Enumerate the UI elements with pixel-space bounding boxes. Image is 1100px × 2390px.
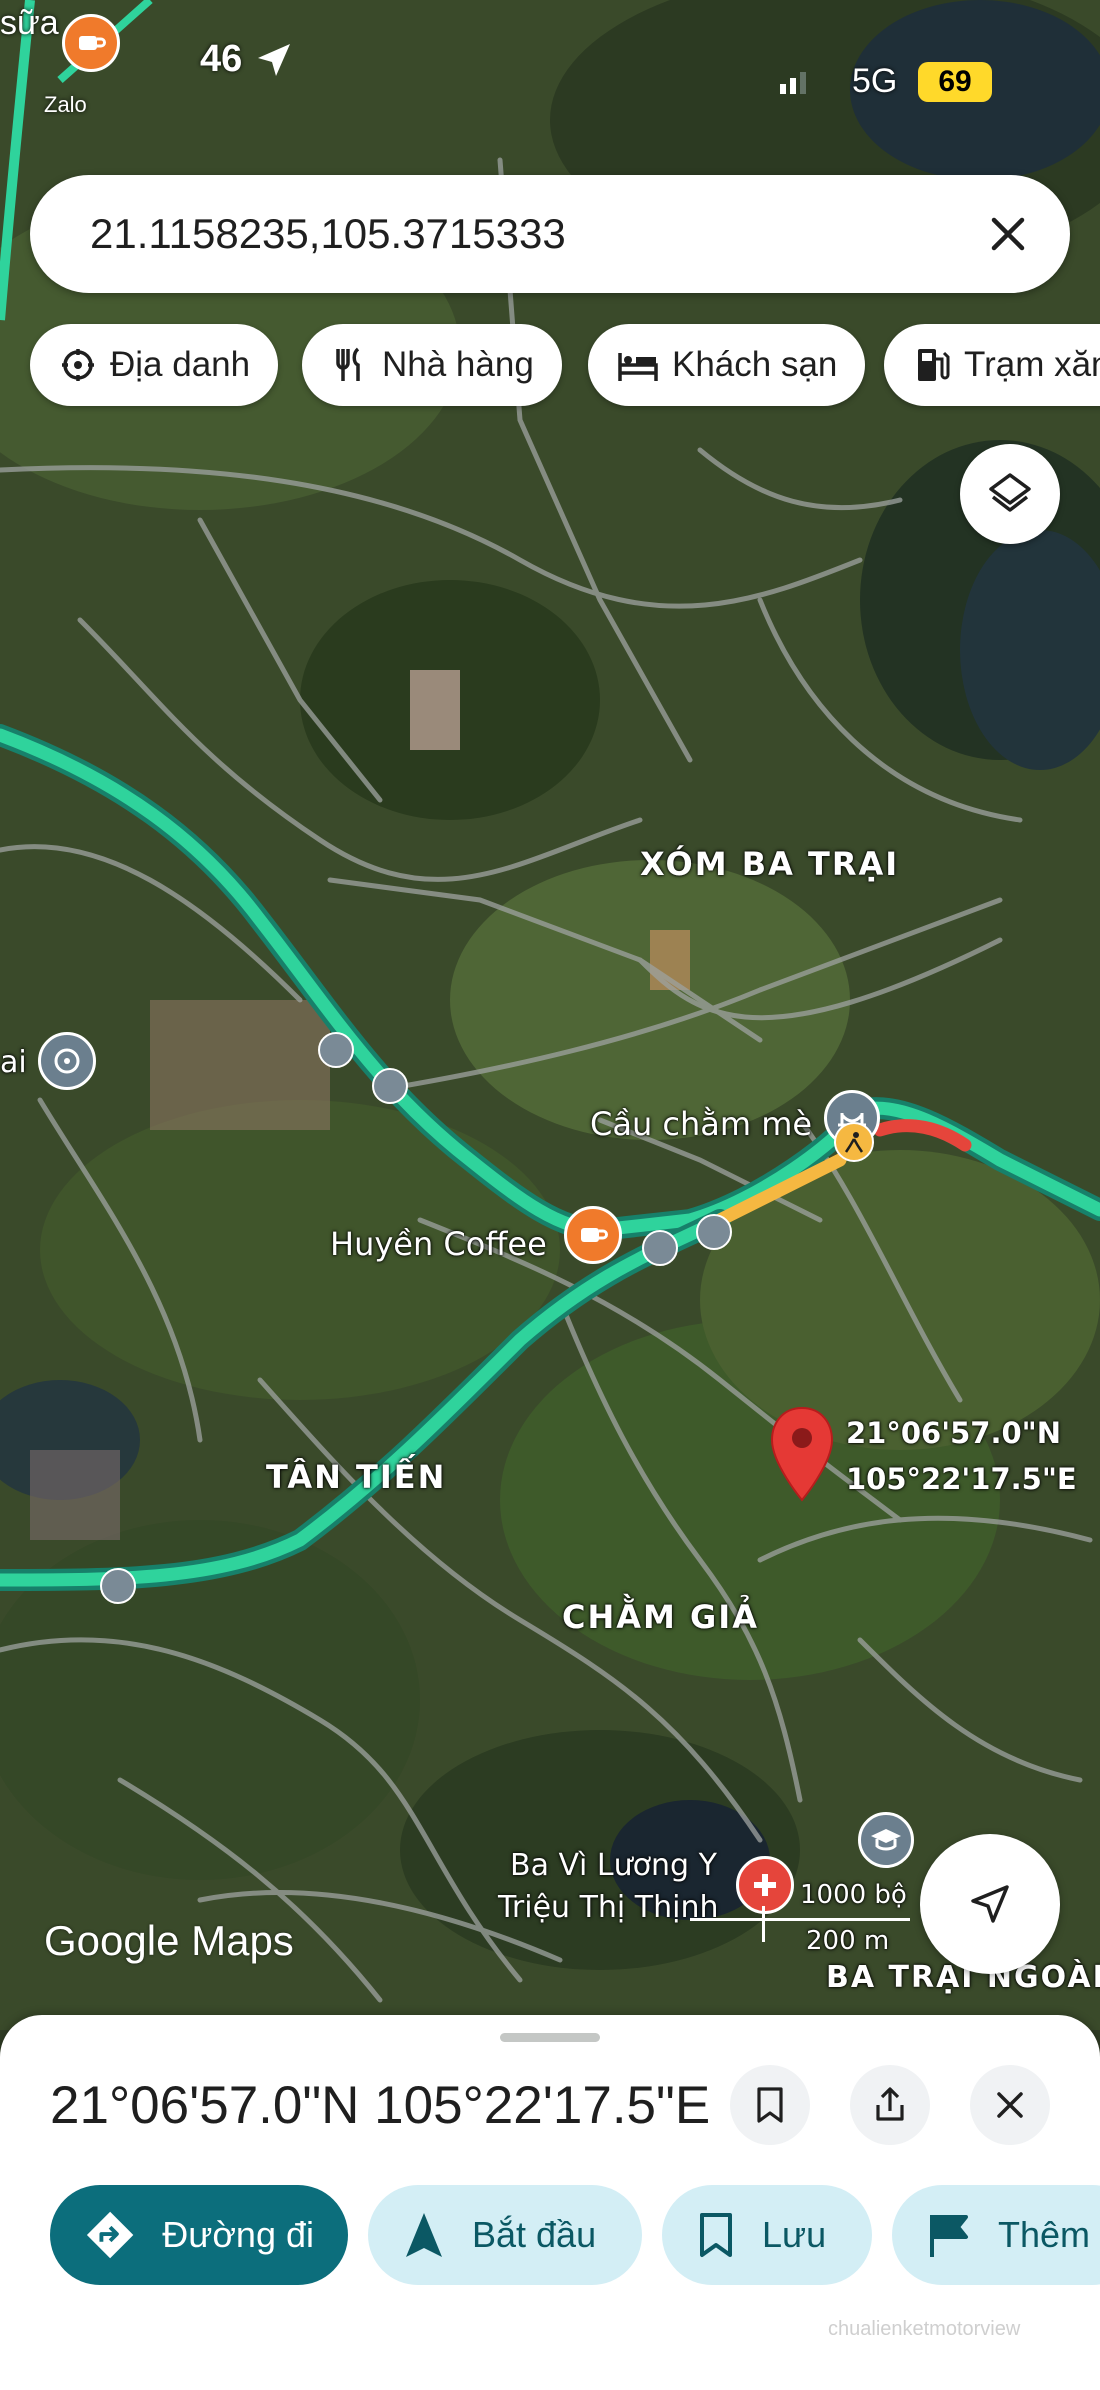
bookmark-icon [757, 2087, 783, 2123]
google-maps-logo: Google Maps [44, 1917, 294, 1964]
poi-label-cau: Cầu chằm mè [590, 1105, 813, 1143]
flag-icon [930, 2215, 968, 2257]
pin-lng-label: 105°22'17.5"E [846, 1462, 1077, 1496]
directions-icon [86, 2211, 134, 2259]
chip-restaurants[interactable]: Nhà hàng [302, 324, 562, 406]
chip-label: Khách sạn [672, 345, 838, 384]
coffee-notification-icon [62, 14, 120, 72]
coffee-icon [581, 1228, 608, 1242]
share-icon [876, 2087, 904, 2121]
share-button[interactable] [850, 2065, 930, 2145]
chip-label: Địa danh [110, 345, 251, 384]
more-label: Thêm [998, 2214, 1091, 2255]
gas-station-icon [918, 349, 950, 381]
chip-hotels[interactable]: Khách sạn [588, 324, 866, 406]
bus-stop-icon[interactable] [642, 1230, 678, 1266]
bus-stop-icon[interactable] [318, 1032, 354, 1068]
bus-stop-icon[interactable] [100, 1568, 136, 1604]
more-button[interactable]: Thêm [892, 2185, 1100, 2285]
poi-label-hospital-2: Triệu Thị Thịnh [498, 1890, 719, 1925]
layers-icon [989, 473, 1031, 512]
maps-app: sữa Zalo 46 5G 69 21.1158235,105.3715333… [0, 0, 1100, 2390]
scale-tick [762, 1906, 765, 1942]
poi-label-left-edge: ai [0, 1045, 27, 1080]
place-title: 21°06'57.0"N 105°22'17.5"E [50, 2076, 711, 2135]
save-bookmark-icon [700, 2213, 732, 2257]
medical-icon [754, 1874, 776, 1896]
school-icon [871, 1829, 901, 1851]
pin-lat-label: 21°06'57.0"N [846, 1416, 1062, 1450]
attraction-icon [54, 1048, 80, 1074]
poi-label-hospital-1: Ba Vì Lương Y [510, 1848, 717, 1883]
area-label-cham-gia: CHẰM GIẢ [562, 1598, 759, 1636]
directions-label: Đường đi [162, 2214, 314, 2255]
notification-sub: Zalo [44, 92, 87, 117]
hotel-icon [618, 353, 658, 381]
restaurant-icon [336, 347, 360, 381]
dropped-pin-icon[interactable] [766, 1404, 838, 1504]
school-marker[interactable] [858, 1812, 914, 1868]
start-button[interactable]: Bắt đầu [368, 2185, 642, 2285]
chip-label: Trạm xăn [964, 345, 1100, 384]
satellite-map[interactable] [0, 0, 1100, 2030]
scale-meters: 200 m [806, 1926, 890, 1956]
search-bar[interactable]: 21.1158235,105.3715333 [30, 175, 1070, 293]
my-location-button[interactable] [920, 1834, 1060, 1974]
search-input[interactable]: 21.1158235,105.3715333 [90, 210, 978, 258]
chip-attractions[interactable]: Địa danh [30, 324, 279, 406]
navigation-arrow-icon [971, 1885, 1009, 1923]
area-label-xom-ba-trai: XÓM BA TRẠI [640, 845, 900, 883]
poi-label-coffee: Huyền Coffee [330, 1225, 547, 1263]
location-arrow-icon [258, 44, 290, 76]
chip-gas-stations[interactable]: Trạm xăn [884, 324, 1100, 406]
map-layers-button[interactable] [960, 444, 1060, 544]
bookmark-button[interactable] [730, 2065, 810, 2145]
signal-icon [780, 72, 806, 94]
close-icon [997, 2092, 1023, 2118]
chip-label: Nhà hàng [382, 345, 534, 384]
sheet-drag-handle[interactable] [500, 2033, 600, 2042]
battery-indicator: 69 [918, 62, 992, 102]
navigation-start-icon [406, 2213, 442, 2257]
area-label-tan-tien: TÂN TIẾN [266, 1458, 447, 1496]
notification-text: sữa [0, 4, 59, 42]
scale-feet: 1000 bộ [800, 1880, 907, 1910]
clear-search-button[interactable] [978, 204, 1038, 264]
attraction-marker[interactable] [38, 1032, 96, 1090]
close-sheet-button[interactable] [970, 2065, 1050, 2145]
save-label: Lưu [762, 2214, 827, 2255]
roadwork-marker[interactable] [834, 1122, 874, 1162]
scale-line [690, 1918, 910, 1921]
bus-stop-icon[interactable] [372, 1068, 408, 1104]
network-type: 5G [852, 62, 898, 100]
bus-stop-icon[interactable] [696, 1214, 732, 1250]
roadwork-icon [844, 1132, 864, 1153]
watermark: chualienketmotorview [828, 2318, 1021, 2340]
attraction-icon [62, 349, 94, 381]
network-left: 46 [200, 38, 243, 80]
health-marker[interactable] [736, 1856, 794, 1914]
save-button[interactable]: Lưu [662, 2185, 872, 2285]
start-label: Bắt đầu [472, 2214, 597, 2255]
directions-button[interactable]: Đường đi [50, 2185, 348, 2285]
coffee-marker[interactable] [564, 1206, 622, 1264]
close-icon [991, 217, 1025, 251]
